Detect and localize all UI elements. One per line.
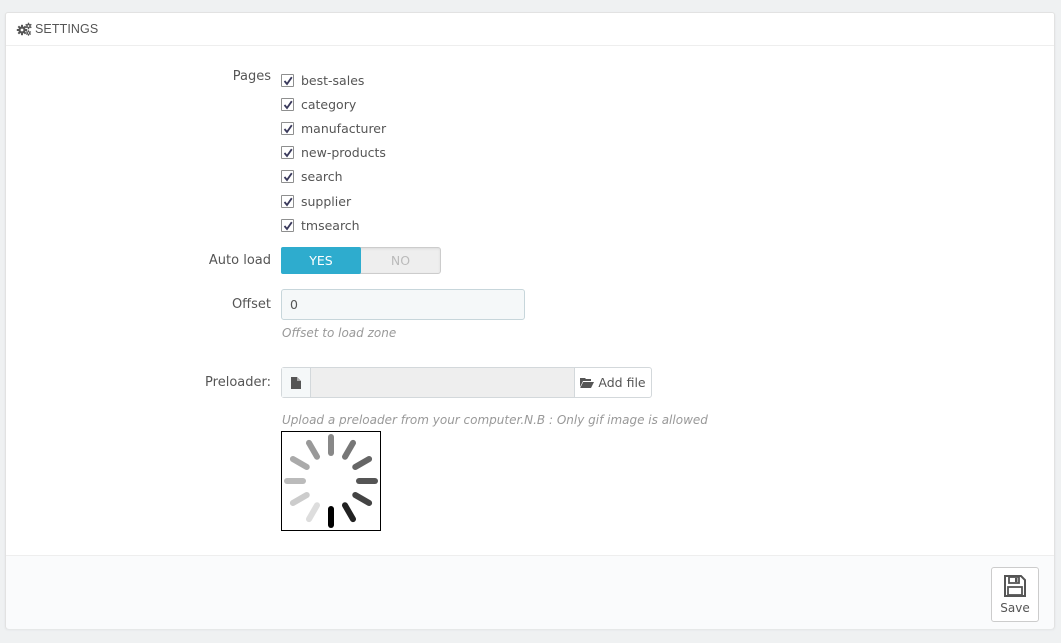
page-checkbox-label: manufacturer (301, 120, 387, 136)
page-checkbox-label: best-sales (301, 72, 365, 88)
page-checkbox-label: search (301, 169, 343, 185)
spinner-icon (284, 434, 378, 528)
checkmark-icon (283, 148, 293, 158)
spinner-spoke (306, 502, 320, 523)
spinner-spoke (352, 492, 373, 506)
page-checkbox[interactable] (281, 194, 294, 208)
checkmark-icon (283, 100, 293, 110)
checkmark-icon (283, 173, 293, 182)
preloader-file-name-field[interactable] (311, 368, 575, 397)
page-checkbox-row[interactable]: new-products (281, 141, 386, 165)
save-label: Save (1000, 601, 1030, 615)
spinner-spoke (342, 439, 356, 460)
checkmark-icon (283, 221, 293, 231)
page-checkbox-label: category (301, 96, 357, 112)
page-checkbox-label: tmsearch (301, 217, 360, 233)
preloader-label: Preloader: (205, 375, 271, 390)
folder-open-icon (580, 378, 595, 388)
page-checkbox-row[interactable]: tmsearch (281, 213, 386, 237)
file-addon (282, 368, 311, 397)
page-checkbox-row[interactable]: search (281, 165, 386, 189)
offset-input[interactable]: 0 (281, 289, 525, 320)
add-file-button[interactable]: Add file (575, 368, 651, 397)
checkmark-icon (283, 124, 293, 134)
offset-label: Offset (231, 297, 271, 312)
auto-load-yes-option[interactable]: YES (281, 247, 361, 274)
spinner-spoke (289, 492, 310, 506)
page-checkbox[interactable] (281, 121, 294, 135)
panel-title: Settings (35, 22, 99, 36)
page-checkbox[interactable] (281, 97, 294, 111)
page-checkbox[interactable] (281, 170, 294, 184)
preloader-help-text: Upload a preloader from your computer.N.… (282, 413, 708, 427)
auto-load-switch[interactable]: YES NO (281, 247, 441, 274)
checkmark-icon (283, 76, 293, 86)
preloader-file-upload: Add file (281, 367, 652, 398)
offset-help-text: Offset to load zone (282, 326, 397, 340)
page-checkbox[interactable] (281, 73, 294, 87)
page-checkbox-row[interactable]: manufacturer (281, 116, 386, 140)
panel-footer: Save (6, 555, 1054, 629)
spinner-spoke (352, 456, 373, 470)
file-icon (291, 376, 301, 389)
page-checkbox-label: supplier (301, 193, 352, 209)
preloader-preview-image (281, 431, 381, 531)
page-checkbox[interactable] (281, 218, 294, 232)
settings-panel: Settings Pages best-sales category manufac… (5, 12, 1055, 629)
checkmark-icon (283, 197, 293, 207)
page-checkbox-row[interactable]: category (281, 92, 386, 116)
cogs-icon (16, 22, 32, 36)
panel-heading: Settings (6, 13, 1054, 46)
spinner-spoke (289, 456, 310, 470)
auto-load-no-option[interactable]: NO (361, 248, 440, 273)
spinner-spoke (342, 502, 356, 523)
page-checkbox-label: new-products (301, 145, 386, 161)
add-file-label: Add file (598, 375, 646, 390)
spinner-spoke (306, 439, 320, 460)
auto-load-label: Auto load (208, 253, 271, 268)
page-checkbox[interactable] (281, 146, 294, 160)
page-checkbox-row[interactable]: supplier (281, 189, 386, 213)
floppy-disk-icon (1004, 575, 1026, 597)
pages-label: Pages (232, 69, 271, 84)
pages-checkbox-list: best-sales category manufacturer new-produc… (281, 68, 386, 237)
save-button[interactable]: Save (991, 567, 1039, 622)
page-checkbox-row[interactable]: best-sales (281, 68, 386, 92)
